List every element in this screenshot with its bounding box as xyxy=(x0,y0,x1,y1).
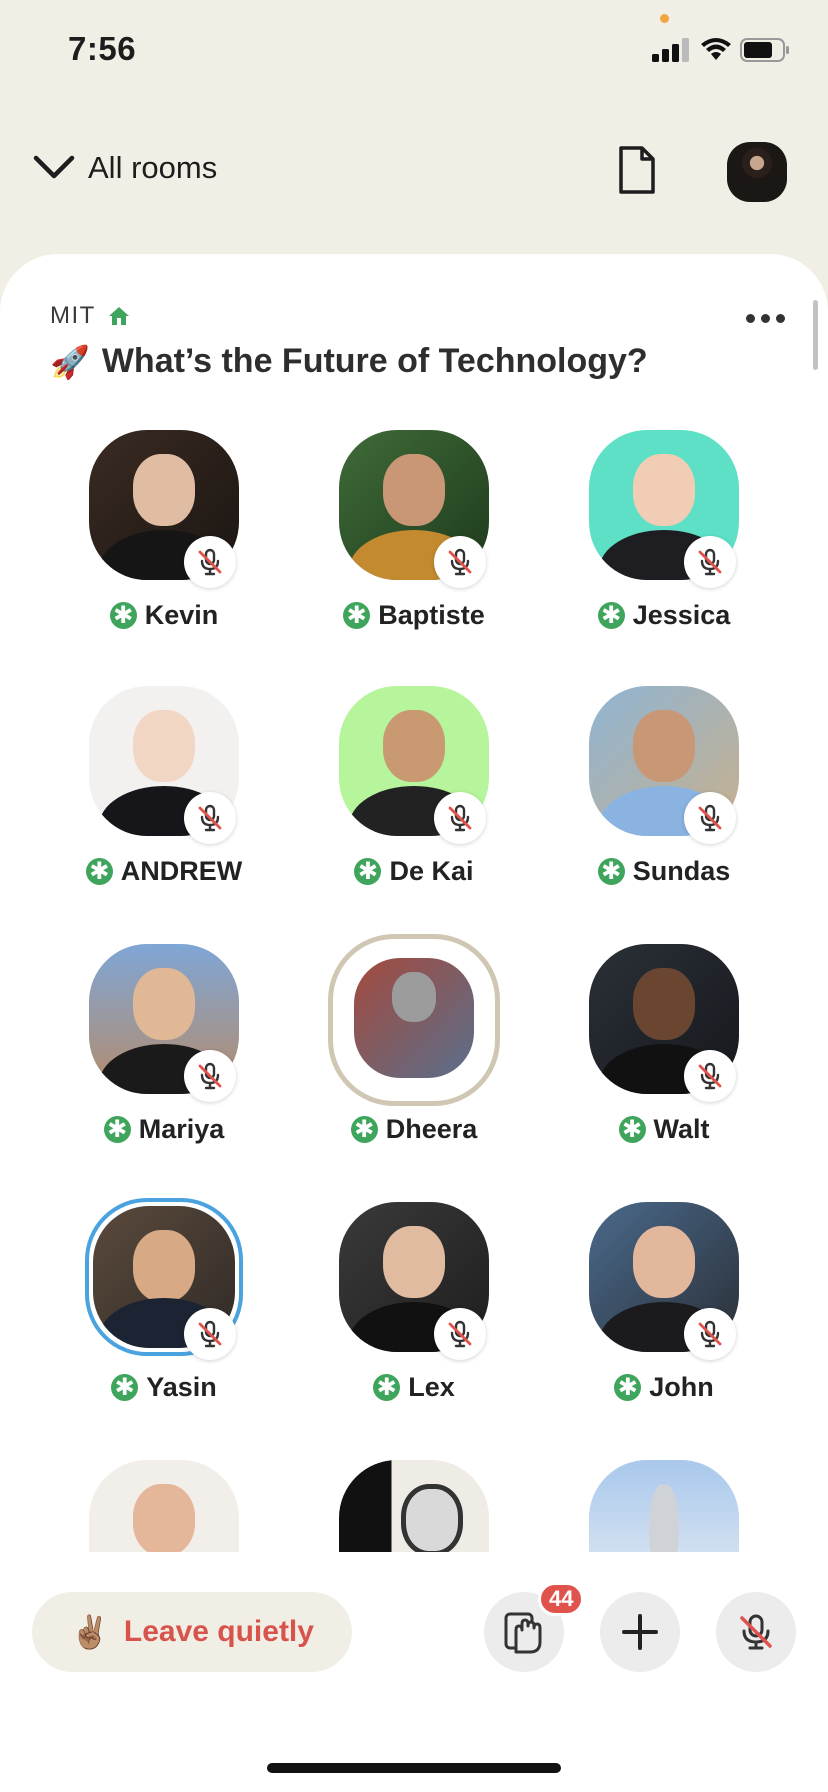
speaker-tile[interactable]: ✱ Baptiste xyxy=(314,430,514,650)
speaker-name: Yasin xyxy=(146,1372,217,1402)
speaker-tile[interactable]: ✱ John xyxy=(564,1202,764,1422)
speaker-name: Lex xyxy=(408,1372,455,1402)
peace-emoji: ✌🏽 xyxy=(70,1614,110,1650)
mic-muted-icon xyxy=(684,792,736,844)
speaker-tile[interactable]: ✱ Sundas xyxy=(564,686,764,906)
mic-muted-icon xyxy=(184,1308,236,1360)
moderator-icon: ✱ xyxy=(109,602,137,629)
moderator-icon: ✱ xyxy=(85,858,113,885)
moderator-icon: ✱ xyxy=(614,1374,642,1401)
raise-hand-icon xyxy=(504,1612,542,1654)
status-time: 7:56 xyxy=(68,30,137,67)
speaker-name: Baptiste xyxy=(378,600,485,630)
speaker-tile[interactable]: ✱ ANDREW xyxy=(64,686,264,906)
mic-muted-icon xyxy=(184,792,236,844)
signal-icon xyxy=(652,38,690,62)
speaker-tile[interactable]: ✱ Dheera xyxy=(314,934,514,1164)
raise-hand-count-badge: 44 xyxy=(538,1582,585,1616)
rooms-header: All rooms xyxy=(0,130,828,210)
room-title: 🚀 What’s the Future of Technology? xyxy=(50,342,648,381)
privacy-indicator xyxy=(660,14,669,23)
room-title-text: What’s the Future of Technology? xyxy=(101,342,648,380)
scrollbar[interactable] xyxy=(813,300,818,370)
rocket-emoji: 🚀 xyxy=(50,343,90,380)
mic-muted-icon xyxy=(684,1050,736,1102)
speaker-name: Dheera xyxy=(385,1114,478,1144)
moderator-icon: ✱ xyxy=(597,858,625,885)
profile-avatar[interactable] xyxy=(727,142,787,202)
moderator-icon: ✱ xyxy=(350,1116,378,1143)
moderator-icon: ✱ xyxy=(618,1116,646,1143)
speaker-tile[interactable]: ✱ Kevin xyxy=(64,430,264,650)
battery-icon xyxy=(740,38,789,62)
moderator-icon: ✱ xyxy=(373,1374,401,1401)
moderator-icon: ✱ xyxy=(343,602,371,629)
more-icon[interactable] xyxy=(744,312,788,326)
leave-quietly-label: Leave quietly xyxy=(123,1615,314,1648)
plus-icon xyxy=(622,1614,658,1650)
leave-quietly-button[interactable]: ✌🏽 Leave quietly xyxy=(32,1592,352,1672)
home-indicator[interactable] xyxy=(267,1763,561,1773)
club-row[interactable]: MIT xyxy=(50,302,130,330)
moderator-icon: ✱ xyxy=(354,858,382,885)
speaker-name: Mariya xyxy=(138,1114,225,1144)
speaker-name: John xyxy=(649,1372,714,1402)
speaker-tile[interactable]: ✱ Jessica xyxy=(564,430,764,650)
speaker-name: ANDREW xyxy=(120,856,243,886)
moderator-icon: ✱ xyxy=(597,602,625,629)
bottom-bar: ✌🏽 Leave quietly 44 xyxy=(0,1560,828,1690)
speaker-name: Sundas xyxy=(632,856,731,886)
wifi-icon xyxy=(701,38,731,60)
moderator-icon: ✱ xyxy=(103,1116,131,1143)
all-rooms-button[interactable]: All rooms xyxy=(88,150,217,186)
house-icon xyxy=(108,307,129,325)
chevron-down-icon[interactable] xyxy=(32,152,76,182)
mic-muted-icon xyxy=(184,536,236,588)
speaker-tile[interactable]: ✱ Walt xyxy=(564,944,764,1164)
mic-muted-icon xyxy=(434,792,486,844)
moderator-icon: ✱ xyxy=(111,1374,139,1401)
speaker-name: Jessica xyxy=(632,600,731,630)
speaker-tile[interactable]: ✱ De Kai xyxy=(314,686,514,906)
mute-toggle-button[interactable] xyxy=(716,1592,796,1672)
speaker-tile[interactable]: ✱ Yasin xyxy=(64,1198,264,1422)
mic-muted-icon xyxy=(740,1614,772,1650)
speaker-tile[interactable]: ✱ Lex xyxy=(314,1202,514,1422)
mic-muted-icon xyxy=(434,1308,486,1360)
status-bar: 7:56 xyxy=(0,0,828,100)
document-icon[interactable] xyxy=(617,145,657,195)
speaker-name: Walt xyxy=(653,1114,710,1144)
speaker-name: De Kai xyxy=(389,856,474,886)
avatar[interactable] xyxy=(354,958,474,1078)
mic-muted-icon xyxy=(684,1308,736,1360)
mic-muted-icon xyxy=(434,536,486,588)
mic-muted-icon xyxy=(184,1050,236,1102)
club-name: MIT xyxy=(50,302,96,329)
mic-muted-icon xyxy=(684,536,736,588)
add-button[interactable] xyxy=(600,1592,680,1672)
speaker-tile[interactable]: ✱ Mariya xyxy=(64,944,264,1164)
speaker-name: Kevin xyxy=(144,600,219,630)
